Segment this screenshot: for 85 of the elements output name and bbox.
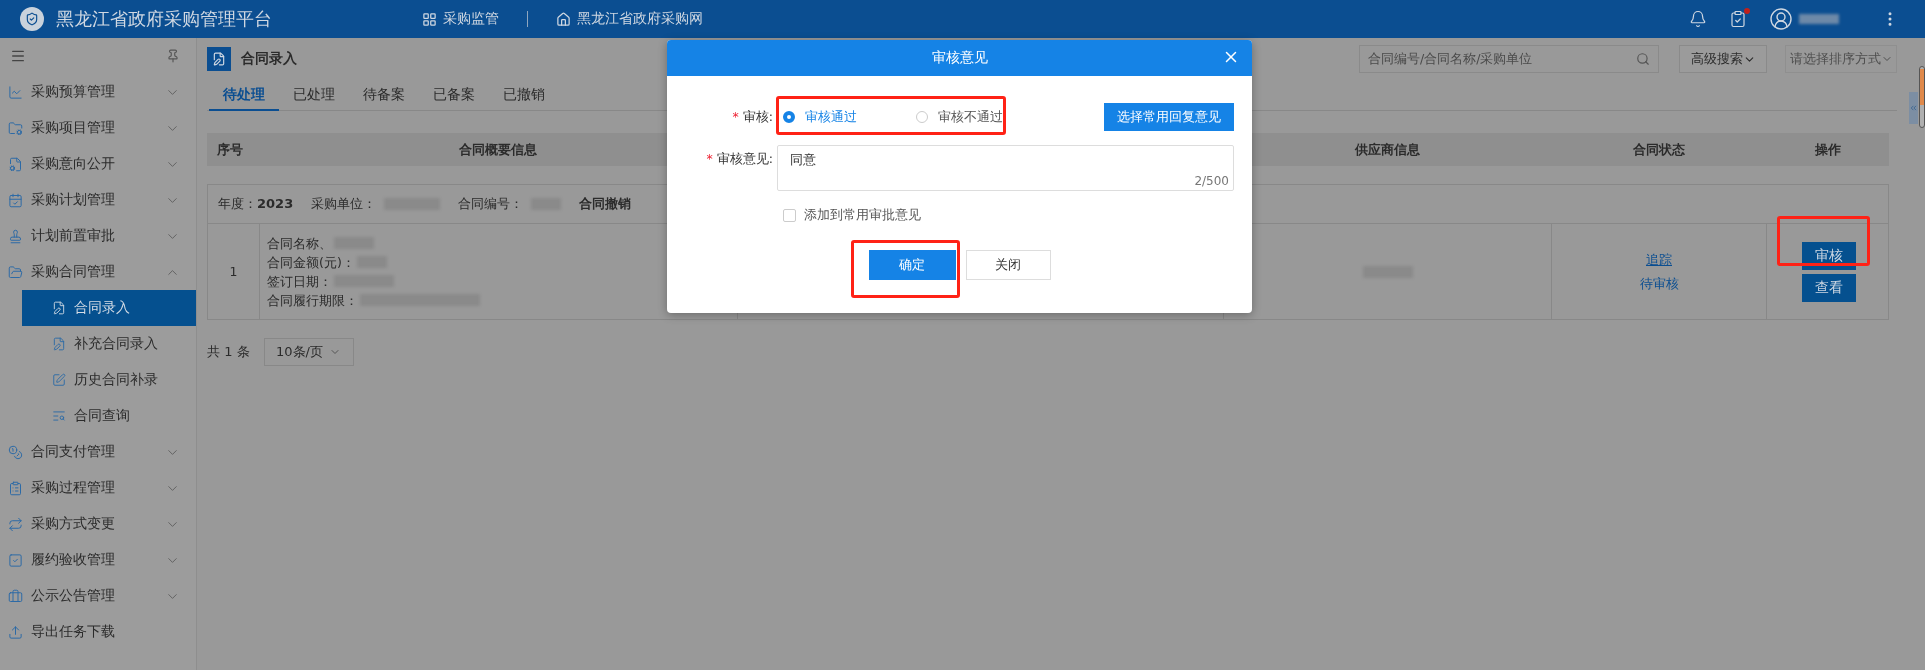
- sidebar-item[interactable]: 公示公告管理: [0, 578, 196, 614]
- radio-option[interactable]: 审核通过: [777, 108, 910, 126]
- column-header: 序号: [217, 140, 243, 159]
- sidebar-subitem[interactable]: 合同录入: [22, 290, 196, 326]
- edit-icon: [52, 373, 66, 387]
- year-text: 年度：2023: [218, 195, 294, 213]
- sidebar-item[interactable]: 履约验收管理: [0, 542, 196, 578]
- document-edit-icon: [52, 337, 66, 351]
- stamp-icon: [8, 228, 23, 244]
- preset-button[interactable]: 选择常用回复意见: [1104, 103, 1234, 131]
- field-label: * 审核:: [731, 108, 774, 126]
- menu-icon[interactable]: [10, 48, 26, 64]
- close-dialog-button[interactable]: 关闭: [965, 250, 1051, 280]
- revoke-link[interactable]: 合同撤销: [579, 195, 632, 213]
- sidebar-subitem[interactable]: 补充合同录入: [22, 326, 196, 362]
- field-label: 合同名称、: [267, 234, 332, 253]
- column-header: 合同状态: [1632, 140, 1685, 159]
- sort-select[interactable]: 请选择排序方式: [1785, 45, 1897, 73]
- sidebar-subitem[interactable]: 合同查询: [22, 398, 196, 434]
- search-list-icon: [52, 409, 66, 423]
- field-label: * 审核意见:: [705, 150, 774, 168]
- document-gear-icon: [8, 156, 23, 172]
- grid-icon: [422, 11, 437, 27]
- emblem-icon: [20, 7, 44, 31]
- sidebar-item[interactable]: 采购项目管理: [0, 110, 196, 146]
- search-field[interactable]: 合同编号/合同名称/采购单位: [1359, 45, 1659, 73]
- total-count: 共 1 条: [207, 343, 250, 361]
- comment-field[interactable]: 同意 2/500: [777, 145, 1234, 191]
- nav-link[interactable]: 采购监管: [443, 10, 499, 28]
- field-label: 合同金额(元)：: [267, 253, 355, 272]
- dialog-title: 审核意见: [931, 49, 988, 67]
- field-label: 合同履行期限：: [267, 291, 358, 310]
- folder-icon: [8, 264, 23, 280]
- save-checkbox[interactable]: 添加到常用审批意见: [783, 207, 921, 224]
- clipboard-icon: [8, 480, 23, 496]
- folder-gear-icon: [8, 120, 23, 136]
- sidebar-item[interactable]: 导出任务下载: [0, 614, 196, 650]
- calendar-check-icon: [8, 192, 23, 208]
- sidebar-item[interactable]: 采购方式变更: [0, 506, 196, 542]
- status-text: 待审核: [1639, 274, 1679, 293]
- sidebar-item[interactable]: 采购预算管理: [0, 74, 196, 110]
- tab[interactable]: 已处理: [279, 80, 349, 111]
- column-header: 操作: [1814, 140, 1841, 159]
- task-icon[interactable]: [1729, 10, 1747, 28]
- arrows-icon: [8, 516, 23, 532]
- coins-icon: [8, 444, 23, 460]
- briefcase-icon: [8, 588, 23, 604]
- field-label: 签订日期：: [267, 272, 332, 291]
- avatar-icon[interactable]: [1769, 7, 1793, 31]
- advanced-search-button[interactable]: 高级搜索: [1679, 45, 1767, 73]
- table-cell-text: 1: [229, 263, 238, 281]
- document-edit-icon: [207, 47, 231, 71]
- search-icon: [1636, 52, 1650, 66]
- column-header: 合同概要信息: [459, 140, 537, 159]
- blurred-text: [1799, 14, 1839, 24]
- scrollbar: [1919, 66, 1925, 128]
- action-button[interactable]: 查看: [1801, 273, 1856, 302]
- chart-icon: [8, 84, 23, 100]
- pin-icon[interactable]: [166, 49, 180, 63]
- confirm-button[interactable]: 确定: [868, 250, 956, 280]
- sidebar-item[interactable]: 合同支付管理: [0, 434, 196, 470]
- column-header: 供应商信息: [1354, 140, 1420, 159]
- home-icon: [556, 11, 571, 27]
- page-title: 合同录入: [241, 50, 297, 68]
- tab[interactable]: 待处理: [209, 80, 279, 111]
- page-size-select[interactable]: 10条/页: [263, 338, 354, 366]
- sidebar-item[interactable]: 计划前置审批: [0, 218, 196, 254]
- number-label: 合同编号：: [458, 195, 524, 213]
- sidebar-item[interactable]: 采购过程管理: [0, 470, 196, 506]
- track-link[interactable]: 追踪: [1646, 250, 1672, 269]
- tab[interactable]: 已备案: [419, 80, 489, 111]
- tab[interactable]: 待备案: [349, 80, 419, 111]
- sidebar-subitem[interactable]: 历史合同补录: [22, 362, 196, 398]
- unit-label: 采购单位：: [311, 195, 377, 213]
- radio-option[interactable]: 审核不通过: [910, 108, 1043, 126]
- checkbox-icon: [8, 552, 23, 568]
- document-edit-icon: [52, 301, 66, 315]
- nav-link[interactable]: 黑龙江省政府采购网: [577, 10, 703, 28]
- bell-icon[interactable]: [1689, 10, 1707, 28]
- sidebar-item[interactable]: 采购计划管理: [0, 182, 196, 218]
- app-title: 黑龙江省政府采购管理平台: [56, 7, 272, 31]
- upload-icon: [8, 624, 23, 640]
- sidebar-item[interactable]: 采购合同管理: [0, 254, 196, 290]
- sidebar-item[interactable]: 采购意向公开: [0, 146, 196, 182]
- tab[interactable]: 已撤销: [489, 80, 559, 111]
